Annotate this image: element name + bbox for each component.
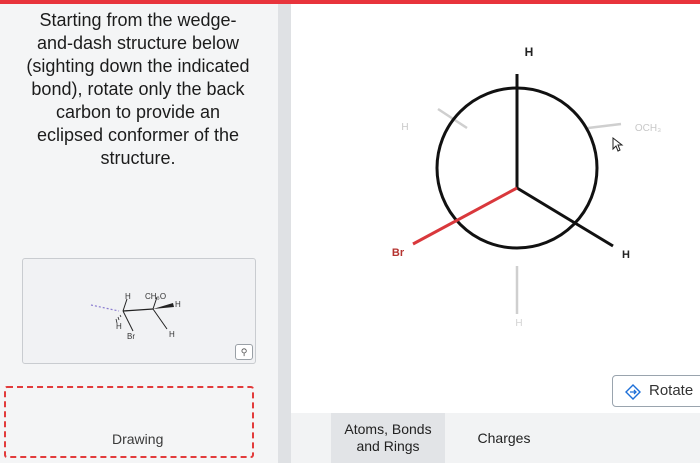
question-line: carbon to provide an (55, 102, 221, 122)
zoom-button[interactable]: ⚲ (235, 344, 253, 360)
question-line: (sighting down the indicated (26, 56, 250, 76)
thumb-label-br: Br (127, 332, 135, 341)
question-text: Starting from the wedge- and-dash struct… (4, 9, 272, 170)
back-bond-right (587, 122, 622, 130)
tab-label: Charges (477, 429, 531, 446)
panel-divider[interactable] (278, 4, 291, 463)
thumb-label-h2: H (175, 300, 181, 309)
rotate-icon (625, 384, 641, 400)
label-back-right-och3[interactable]: OCH₃ (635, 123, 661, 134)
wedge-dash-structure: H CH₃O H H Br H (90, 292, 181, 341)
drawing-area[interactable] (4, 386, 254, 458)
structure-thumbnail[interactable]: H CH₃O H H Br H (22, 258, 256, 364)
tab-atoms-bonds-rings[interactable]: Atoms, Bonds and Rings (331, 413, 445, 463)
zoom-icon: ⚲ (240, 347, 248, 357)
label-front-top-h[interactable]: H (525, 45, 534, 59)
question-line: bond), rotate only the back (31, 79, 245, 99)
label-front-right-h[interactable]: H (622, 249, 630, 261)
question-line: structure. (100, 148, 176, 168)
thumb-label-och3: CH₃O (145, 292, 166, 301)
thumb-label-h1: H (125, 292, 131, 301)
label-back-left-h[interactable]: H (401, 122, 408, 133)
rotate-button[interactable]: Rotate (612, 375, 700, 407)
tab-label-line: and Rings (356, 438, 420, 454)
tab-label-line: Atoms, Bonds (344, 421, 432, 437)
thumb-label-h4: H (169, 330, 175, 339)
question-line: Starting from the wedge- (39, 10, 237, 30)
front-bond-right (516, 186, 614, 248)
label-back-bottom-h[interactable]: H (515, 318, 522, 329)
thumb-label-h3: H (116, 322, 122, 331)
question-line: eclipsed conformer of the (36, 125, 240, 145)
label-front-left-br[interactable]: Br (392, 247, 405, 259)
rotate-label: Rotate (649, 382, 694, 399)
question-line: and-dash structure below (36, 33, 240, 53)
cursor-icon (612, 136, 624, 152)
drawing-label: Drawing (112, 431, 164, 447)
tab-charges[interactable]: Charges (456, 413, 552, 463)
front-bond-left-highlighted[interactable] (412, 186, 518, 246)
